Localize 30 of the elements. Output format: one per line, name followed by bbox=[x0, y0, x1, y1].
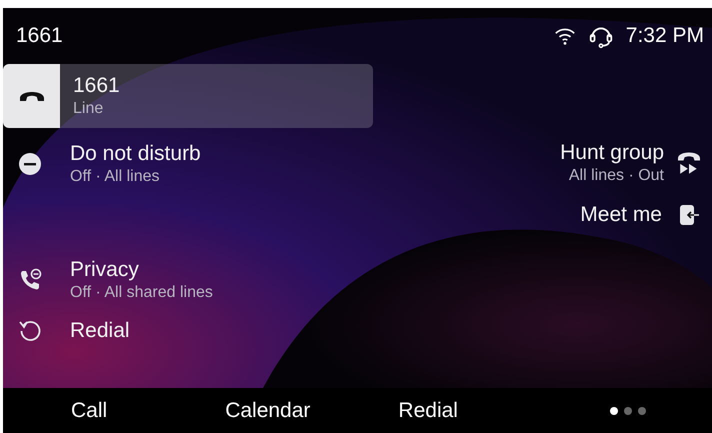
feature-status: All lines · Out bbox=[568, 166, 664, 186]
clock-time: 7:32 PM bbox=[626, 24, 704, 48]
feature-item[interactable]: Do not disturb Off · All lines bbox=[18, 136, 213, 192]
phone-forward-icon bbox=[678, 152, 700, 174]
line-label: Line bbox=[73, 99, 104, 119]
line-key[interactable]: 1661 Line bbox=[60, 64, 373, 128]
page-dot[interactable] bbox=[624, 406, 632, 414]
feature-label: Do not disturb bbox=[70, 141, 201, 167]
minus-circle-icon bbox=[18, 152, 42, 176]
feature-label: Hunt group bbox=[560, 140, 664, 166]
feature-status: Off · All shared lines bbox=[70, 283, 213, 303]
feature-item[interactable]: Hunt group All lines · Out bbox=[560, 138, 700, 188]
feature-status: Off · All lines bbox=[70, 167, 161, 187]
header-title: 1661 bbox=[16, 24, 63, 48]
line-number: 1661 bbox=[73, 73, 120, 99]
feature-item[interactable]: Meet me bbox=[580, 190, 700, 240]
feature-label: Redial bbox=[70, 318, 130, 344]
page-dot[interactable] bbox=[610, 406, 618, 414]
handset-icon bbox=[20, 92, 44, 100]
redial-icon bbox=[18, 319, 42, 343]
phone-icon bbox=[18, 268, 42, 292]
feature-item[interactable]: Privacy Off · All shared lines bbox=[18, 252, 213, 308]
softkey-button[interactable]: Redial bbox=[388, 394, 468, 426]
softkey-button[interactable]: Call bbox=[61, 394, 118, 426]
feature-label: Privacy bbox=[70, 257, 140, 283]
page-dot[interactable] bbox=[638, 406, 646, 414]
feature-item[interactable]: Redial bbox=[18, 308, 213, 354]
feature-label: Meet me bbox=[580, 202, 662, 228]
hang-up-button[interactable] bbox=[3, 64, 60, 128]
softkey-button[interactable]: Calendar bbox=[215, 394, 320, 426]
